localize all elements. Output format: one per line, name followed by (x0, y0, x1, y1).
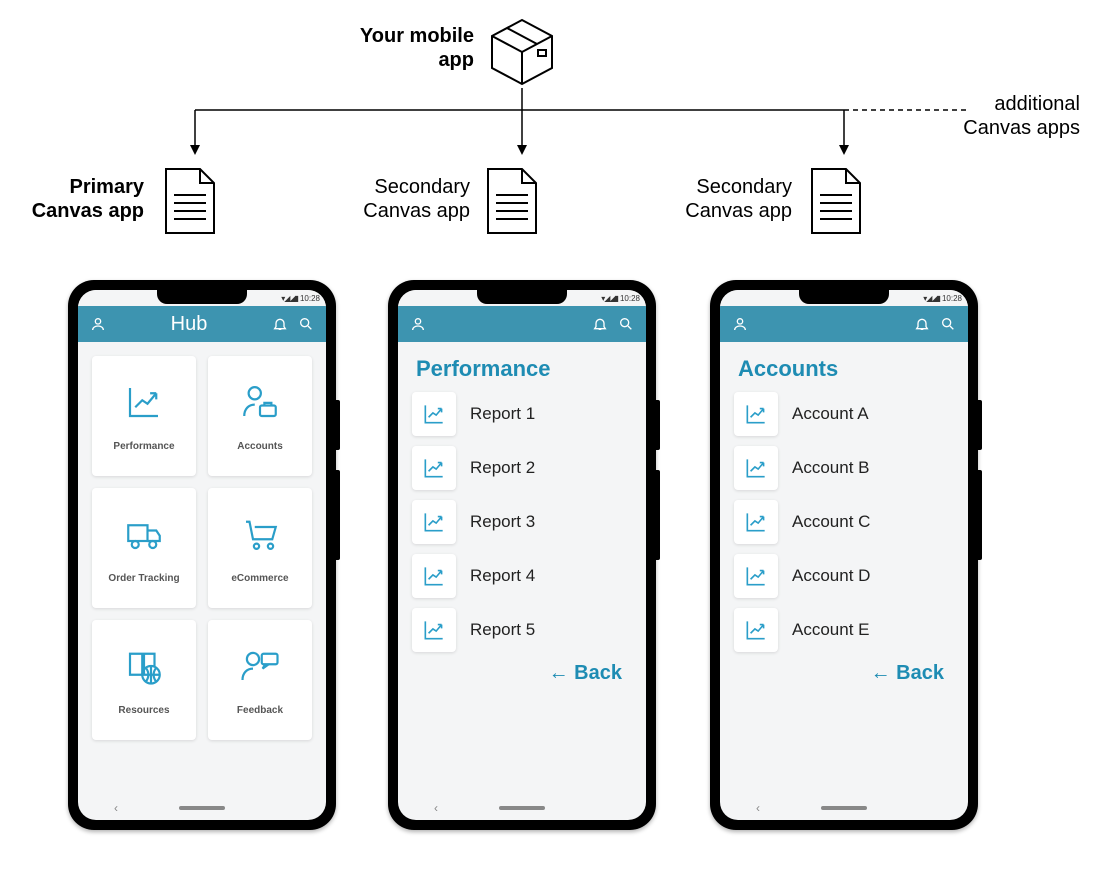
bell-icon[interactable] (914, 316, 930, 332)
account-label: Account B (792, 458, 870, 478)
account-label: Account D (792, 566, 870, 586)
report-label: Report 2 (470, 458, 535, 478)
nav-home-pill[interactable] (179, 806, 225, 810)
hub-grid: Performance Accounts Order Tracking eCom… (92, 356, 312, 740)
user-icon[interactable] (410, 316, 426, 332)
chart-icon (412, 500, 456, 544)
secondary-canvas-label-2: SecondaryCanvas app (652, 175, 792, 223)
chart-icon (412, 392, 456, 436)
user-icon[interactable] (732, 316, 748, 332)
nav-back-icon[interactable]: ‹ (756, 801, 760, 815)
document-icon (806, 165, 866, 244)
report-item[interactable]: Report 1 (412, 392, 632, 436)
account-item[interactable]: Account D (734, 554, 954, 598)
back-link[interactable]: ← Back (412, 662, 632, 685)
account-label: Account A (792, 404, 869, 424)
search-icon[interactable] (618, 316, 634, 332)
app-header: Hub (78, 306, 326, 342)
reports-list: Report 1 Report 2 Report 3 Report 4 Report 5 (412, 392, 632, 652)
nav-bar: ‹ (398, 796, 646, 820)
account-item[interactable]: Account C (734, 500, 954, 544)
back-link[interactable]: ← Back (734, 662, 954, 685)
document-icon (160, 165, 220, 244)
account-item[interactable]: Account B (734, 446, 954, 490)
person-chat-icon (239, 645, 281, 687)
phone-secondary-performance: ▾◢◢▮10:28 Performance Report 1Report 2Re… (388, 280, 656, 830)
section-title: Performance (412, 356, 632, 382)
app-header (720, 306, 968, 342)
nav-bar: ‹ (720, 796, 968, 820)
chart-icon (734, 554, 778, 598)
account-label: Account C (792, 512, 870, 532)
tile-feedback[interactable]: Feedback (208, 620, 312, 740)
account-item[interactable]: Account E (734, 608, 954, 652)
chart-icon (412, 446, 456, 490)
tile-resources[interactable]: Resources (92, 620, 196, 740)
chart-icon (412, 608, 456, 652)
report-label: Report 5 (470, 620, 535, 640)
phone-notch (157, 290, 247, 304)
report-item[interactable]: Report 5 (412, 608, 632, 652)
chart-icon (734, 608, 778, 652)
section-title: Accounts (734, 356, 954, 382)
accounts-list: Account A Account B Account C Account D Acco… (734, 392, 954, 652)
phone-notch (477, 290, 567, 304)
nav-home-pill[interactable] (821, 806, 867, 810)
bell-icon[interactable] (272, 316, 288, 332)
report-label: Report 4 (470, 566, 535, 586)
additional-apps-label: additionalCanvas apps (960, 92, 1080, 140)
search-icon[interactable] (940, 316, 956, 332)
report-item[interactable]: Report 4 (412, 554, 632, 598)
person-briefcase-icon (239, 381, 281, 423)
account-label: Account E (792, 620, 870, 640)
cart-icon (239, 513, 281, 555)
phone-secondary-accounts: ▾◢◢▮10:28 Accounts Account AAccount BAcc… (710, 280, 978, 830)
header-title: Hub (106, 313, 272, 336)
phone-primary: ▾◢◢▮10:28 Hub Performance (68, 280, 336, 830)
tile-order-tracking[interactable]: Order Tracking (92, 488, 196, 608)
phone-notch (799, 290, 889, 304)
nav-home-pill[interactable] (499, 806, 545, 810)
nav-back-icon[interactable]: ‹ (434, 801, 438, 815)
nav-bar: ‹ (78, 796, 326, 820)
chart-icon (412, 554, 456, 598)
secondary-canvas-label-1: SecondaryCanvas app (330, 175, 470, 223)
chart-icon (734, 446, 778, 490)
tile-ecommerce[interactable]: eCommerce (208, 488, 312, 608)
chart-icon (734, 500, 778, 544)
truck-icon (123, 513, 165, 555)
chart-icon (123, 381, 165, 423)
chart-icon (734, 392, 778, 436)
bell-icon[interactable] (592, 316, 608, 332)
app-header (398, 306, 646, 342)
report-item[interactable]: Report 2 (412, 446, 632, 490)
nav-back-icon[interactable]: ‹ (114, 801, 118, 815)
primary-canvas-label: PrimaryCanvas app (0, 175, 144, 223)
user-icon[interactable] (90, 316, 106, 332)
report-item[interactable]: Report 3 (412, 500, 632, 544)
account-item[interactable]: Account A (734, 392, 954, 436)
book-globe-icon (123, 645, 165, 687)
tile-performance[interactable]: Performance (92, 356, 196, 476)
report-label: Report 3 (470, 512, 535, 532)
tile-accounts[interactable]: Accounts (208, 356, 312, 476)
report-label: Report 1 (470, 404, 535, 424)
search-icon[interactable] (298, 316, 314, 332)
document-icon (482, 165, 542, 244)
